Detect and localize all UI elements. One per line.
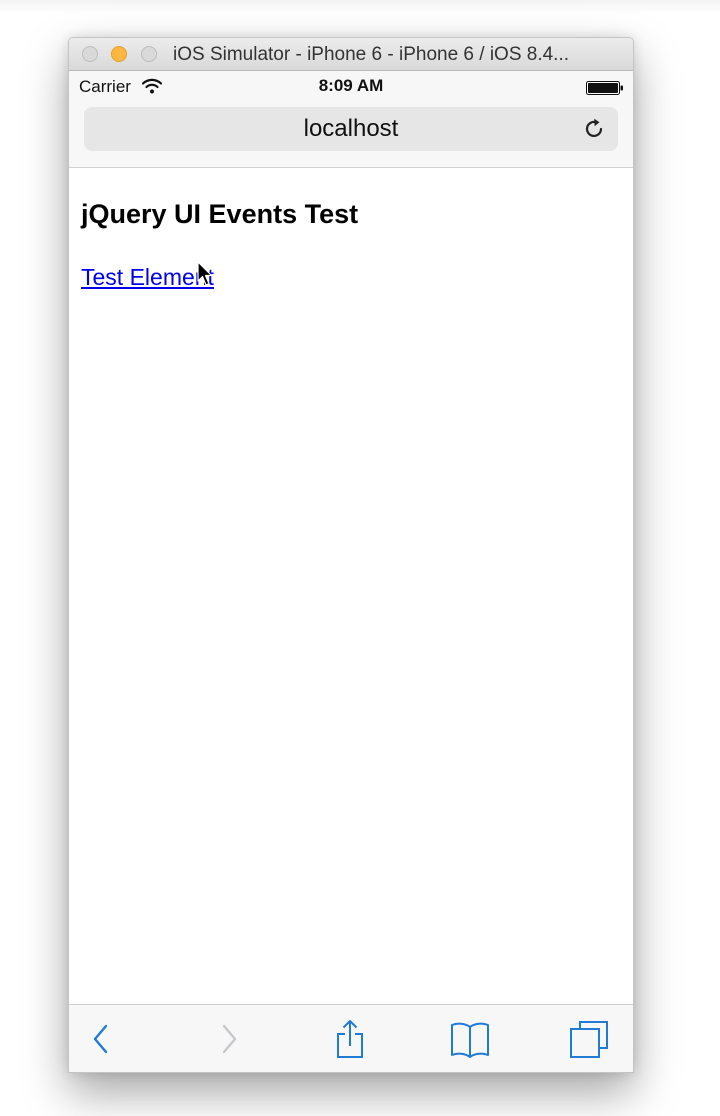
url-text: localhost xyxy=(303,115,399,142)
window-title: iOS Simulator - iPhone 6 - iPhone 6 / iO… xyxy=(173,44,570,65)
web-content: jQuery UI Events Test Test Element xyxy=(69,168,633,1004)
address-field[interactable]: localhost xyxy=(84,107,618,151)
share-button[interactable] xyxy=(334,1019,366,1059)
zoom-window-button[interactable] xyxy=(141,46,157,62)
back-button[interactable] xyxy=(89,1019,115,1059)
share-icon xyxy=(337,1020,363,1058)
bookmarks-button[interactable] xyxy=(450,1019,490,1059)
address-bar-area: localhost xyxy=(69,101,633,168)
battery-icon xyxy=(586,81,623,95)
simulator-window: iOS Simulator - iPhone 6 - iPhone 6 / iO… xyxy=(68,37,634,1073)
status-time: 8:09 AM xyxy=(318,76,384,95)
tabs-icon xyxy=(570,1021,608,1058)
tabs-button[interactable] xyxy=(570,1019,608,1059)
ios-status-bar: Carrier 8:09 AM xyxy=(69,71,633,101)
minimize-window-button[interactable] xyxy=(111,46,127,62)
chevron-left-icon xyxy=(93,1024,108,1054)
page-heading: jQuery UI Events Test xyxy=(81,199,359,229)
chevron-right-icon xyxy=(222,1024,237,1054)
forward-button[interactable] xyxy=(215,1019,241,1059)
title-bar[interactable]: iOS Simulator - iPhone 6 - iPhone 6 / iO… xyxy=(69,38,633,71)
mouse-cursor-icon xyxy=(197,261,213,286)
safari-toolbar xyxy=(69,1004,633,1072)
close-window-button[interactable] xyxy=(82,46,98,62)
bookmarks-icon xyxy=(451,1022,489,1058)
desktop-background xyxy=(0,0,720,14)
test-element-link[interactable]: Test Element xyxy=(81,263,214,291)
reload-icon[interactable] xyxy=(582,117,606,141)
